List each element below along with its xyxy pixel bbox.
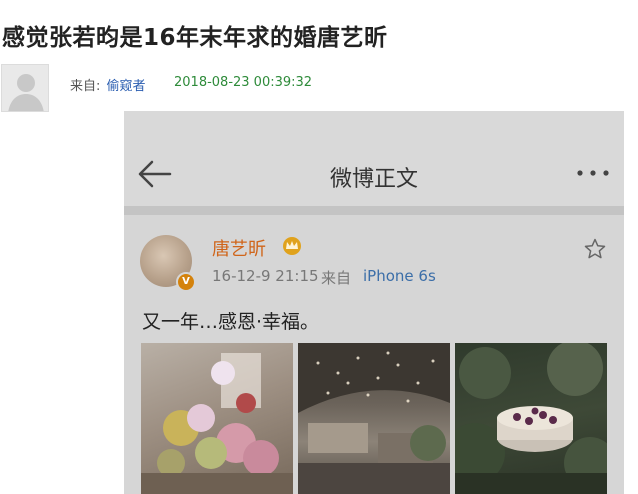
post-device[interactable]: iPhone 6s bbox=[363, 267, 436, 285]
star-outline-icon[interactable] bbox=[583, 237, 607, 261]
flowers-image bbox=[141, 353, 293, 494]
weibo-header-title: 微博正文 bbox=[329, 167, 418, 192]
weibo-header: 微博正文 bbox=[124, 111, 624, 206]
verified-badge-icon: V bbox=[176, 272, 196, 292]
weibo-screenshot: 微博正文 V 唐艺昕 16-12-9 21:15 来自 iPhone 6s 又一… bbox=[124, 111, 624, 494]
photo-flowers[interactable] bbox=[141, 343, 293, 494]
post-text: 又一年…感恩·幸福。 bbox=[142, 311, 320, 333]
venue-image bbox=[298, 343, 450, 494]
post-timestamp: 2018-08-23 00:39:32 bbox=[174, 75, 313, 90]
author-avatar[interactable] bbox=[1, 64, 49, 112]
post-from-label: 来自 bbox=[321, 269, 352, 287]
author-link[interactable]: 偷窥者 bbox=[107, 79, 146, 94]
more-dots-icon[interactable] bbox=[574, 161, 612, 185]
article-meta: 来自: 偷窥者 2018-08-23 00:39:32 bbox=[0, 62, 638, 112]
vip-crown-icon bbox=[283, 237, 301, 255]
default-user-icon bbox=[2, 65, 48, 111]
weibo-post: V 唐艺昕 16-12-9 21:15 来自 iPhone 6s 又一年…感恩·… bbox=[124, 215, 624, 494]
header-divider bbox=[124, 206, 624, 215]
photo-lights-venue[interactable] bbox=[298, 343, 450, 494]
poster-name[interactable]: 唐艺昕 bbox=[212, 235, 266, 261]
post-time: 16-12-9 21:15 bbox=[212, 267, 319, 285]
article-title: 感觉张若昀是16年末年求的婚唐艺昕 bbox=[2, 25, 388, 51]
cake-image bbox=[455, 343, 607, 494]
author-line: 来自: 偷窥者 bbox=[70, 75, 146, 94]
photo-cake[interactable] bbox=[455, 343, 607, 494]
from-label: 来自: bbox=[70, 79, 101, 94]
